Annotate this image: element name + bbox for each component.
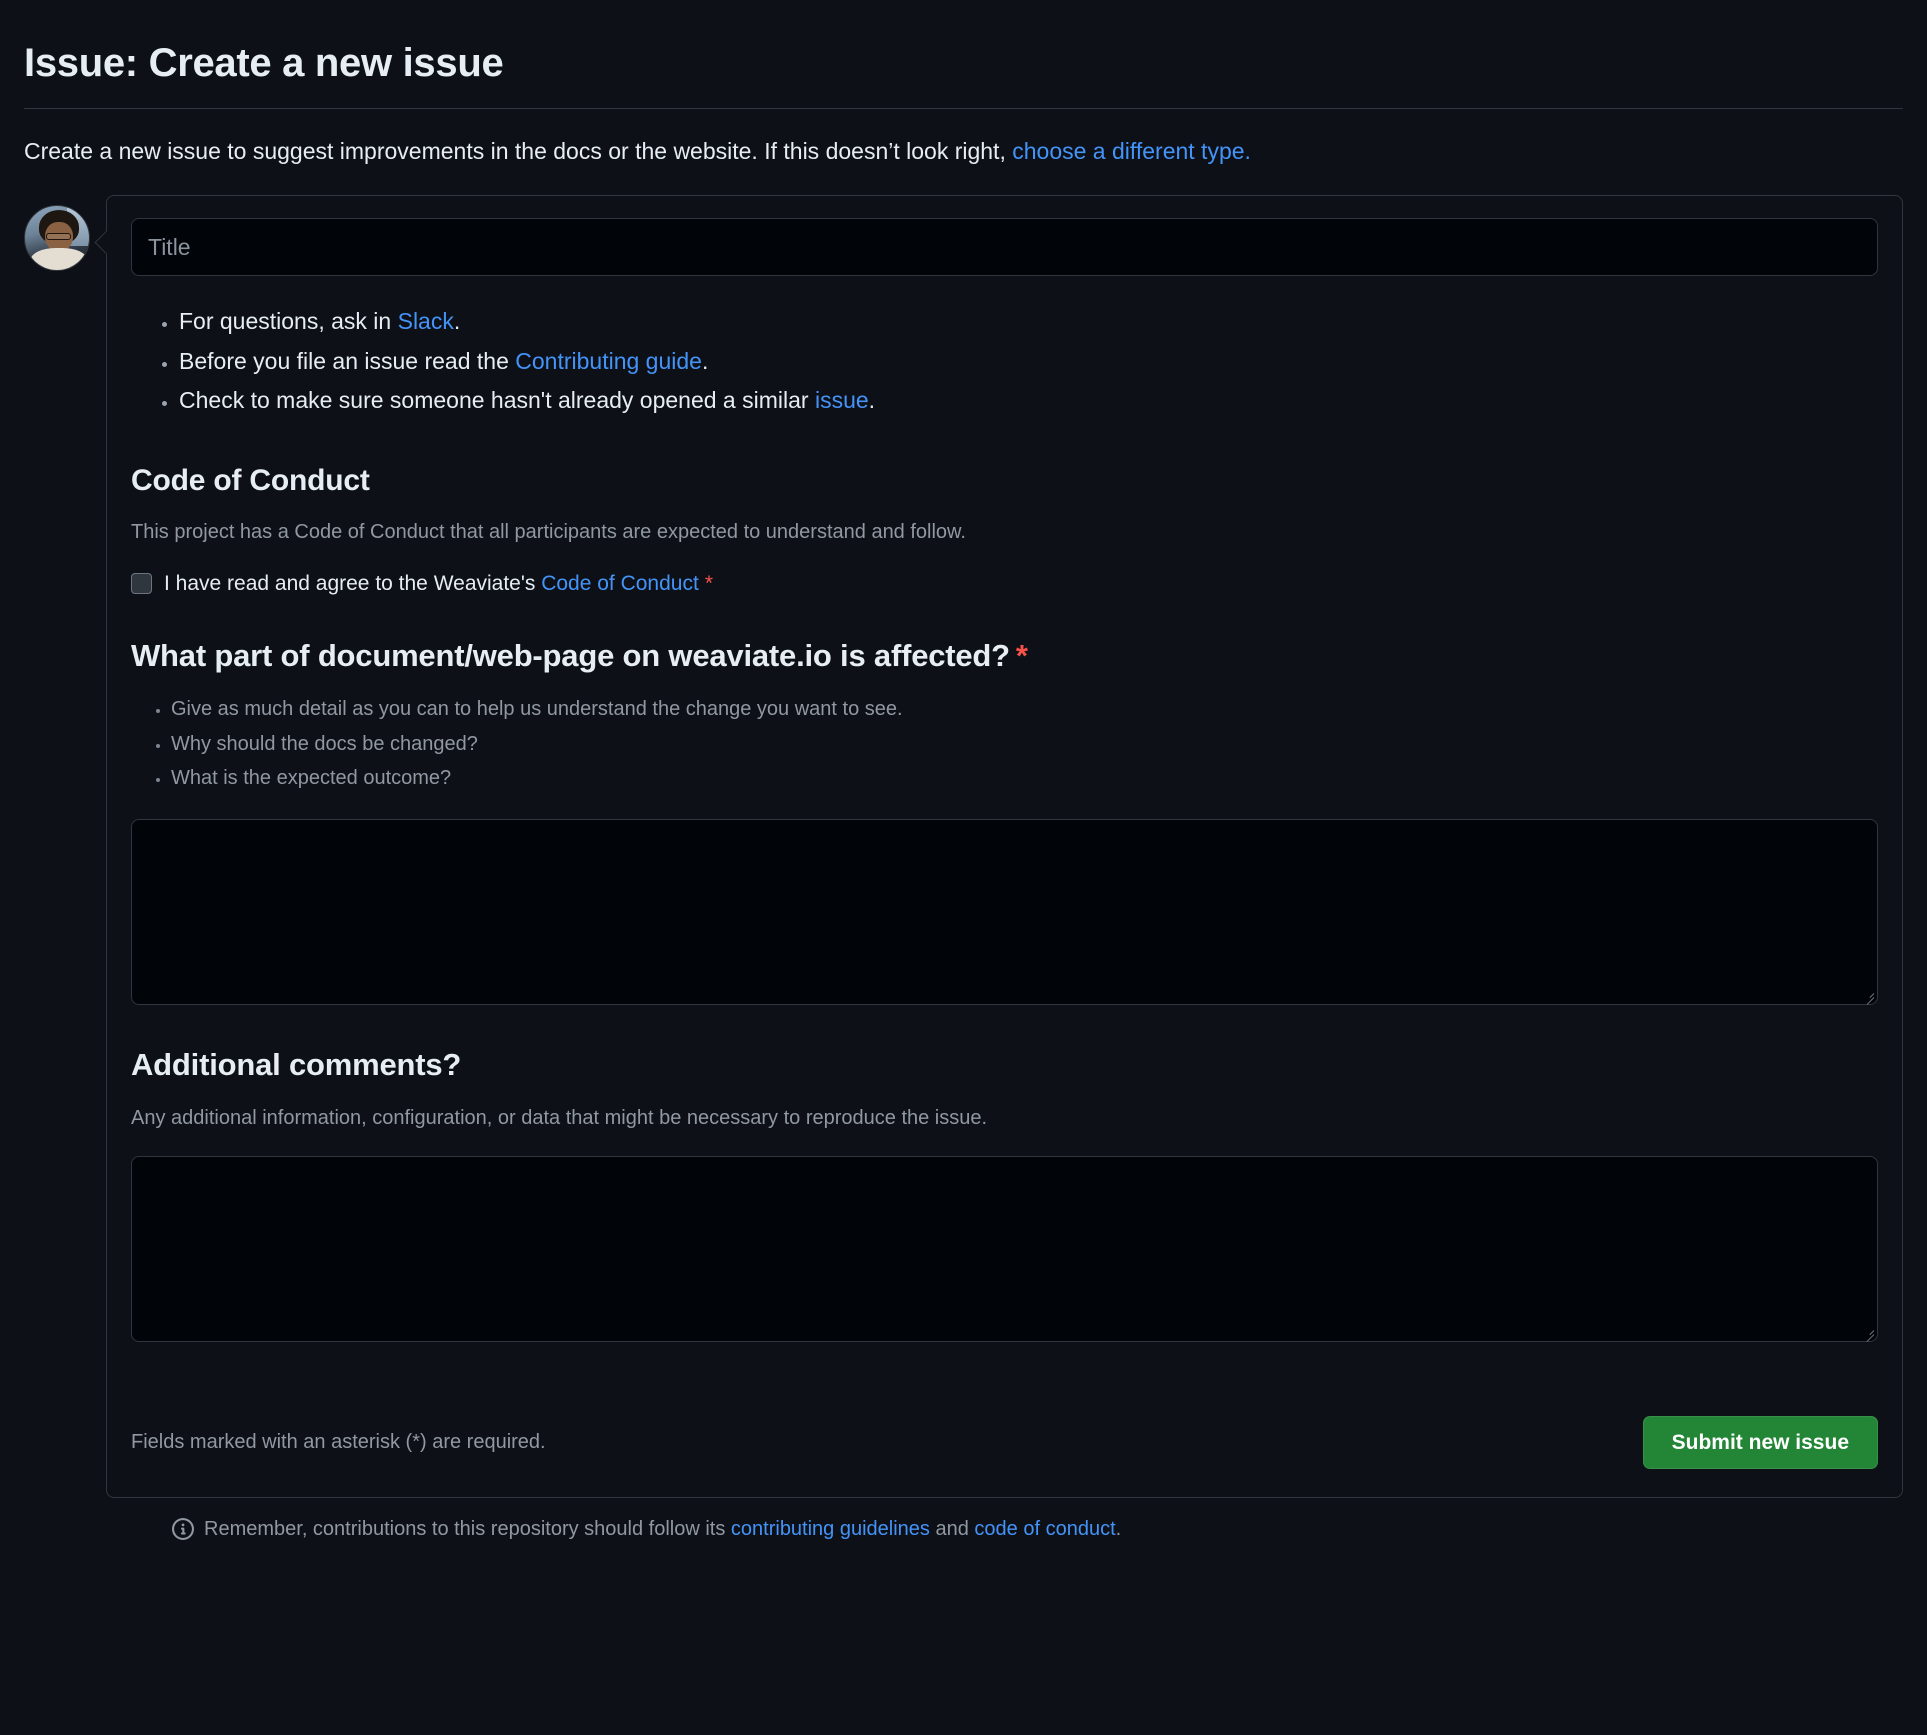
contributing-guidelines-link[interactable]: contributing guidelines	[731, 1518, 930, 1540]
submit-new-issue-button[interactable]: Submit new issue	[1642, 1415, 1878, 1469]
code-of-conduct-footer-link[interactable]: code of conduct	[974, 1518, 1115, 1540]
bullet-text-before: Check to make sure someone hasn't alread…	[179, 387, 815, 414]
code-of-conduct-description: This project has a Code of Conduct that …	[131, 520, 966, 543]
avatar-glasses	[46, 233, 71, 241]
repo-note-middle: and	[929, 1517, 975, 1540]
affected-part-textarea[interactable]	[131, 819, 1878, 1006]
checkbox-label: I have read and agree to the Weaviate's …	[164, 572, 713, 596]
affected-part-bullet-list: Give as much detail as you can to help u…	[131, 692, 1878, 795]
list-item: Give as much detail as you can to help u…	[171, 692, 1878, 726]
intro-bullet-list: For questions, ask in Slack. Before you …	[131, 302, 1878, 421]
issue-form-page: Issue: Create a new issue Create a new i…	[0, 0, 1927, 1735]
issue-title-input[interactable]	[131, 218, 1878, 277]
code-of-conduct-heading: Code of Conduct	[131, 463, 370, 497]
list-item: What is the expected outcome?	[171, 761, 1878, 795]
required-fields-note: Fields marked with an asterisk (*) are r…	[131, 1430, 546, 1453]
composer-row: For questions, ask in Slack. Before you …	[24, 195, 1903, 1498]
additional-comments-heading: Additional comments?	[131, 1047, 462, 1083]
bullet-text-before: Before you file an issue read the	[179, 347, 516, 374]
avatar-shirt	[31, 248, 87, 271]
form-body: For questions, ask in Slack. Before you …	[107, 276, 1902, 1342]
issue-form-card: For questions, ask in Slack. Before you …	[106, 195, 1903, 1498]
bullet-text-after: .	[453, 308, 461, 335]
affected-part-heading-text: What part of document/web-page on weavia…	[131, 637, 1010, 673]
code-of-conduct-link[interactable]: Code of Conduct	[541, 572, 699, 595]
affected-part-heading: What part of document/web-page on weavia…	[131, 636, 1878, 676]
code-of-conduct-checkbox-row[interactable]: I have read and agree to the Weaviate's …	[131, 572, 1878, 596]
info-icon	[172, 1518, 194, 1541]
slack-link[interactable]: Slack	[398, 308, 454, 334]
similar-issue-link[interactable]: issue	[815, 387, 869, 413]
bullet-text-after: .	[701, 347, 709, 374]
bullet-text-after: .	[868, 387, 876, 414]
form-footer: Fields marked with an asterisk (*) are r…	[107, 1386, 1902, 1497]
affected-part-textarea-wrapper	[131, 819, 1878, 1006]
code-of-conduct-checkbox[interactable]	[131, 573, 152, 595]
avatar	[24, 205, 90, 272]
required-asterisk: *	[1015, 637, 1028, 673]
additional-comments-description: Any additional information, configuratio…	[131, 1106, 988, 1129]
list-item: Why should the docs be changed?	[171, 727, 1878, 761]
required-asterisk: *	[704, 571, 713, 595]
repository-guidelines-note: Remember, contributions to this reposito…	[172, 1518, 1903, 1541]
repo-note-before: Remember, contributions to this reposito…	[204, 1517, 731, 1540]
page-description: Create a new issue to suggest improvemen…	[24, 135, 1903, 167]
choose-different-type-link[interactable]: choose a different type.	[1012, 138, 1251, 164]
repo-note-text: Remember, contributions to this reposito…	[204, 1518, 1121, 1541]
checkbox-label-text: I have read and agree to the Weaviate's	[164, 571, 542, 595]
list-item: For questions, ask in Slack.	[179, 302, 1878, 342]
repo-note-after: .	[1115, 1517, 1122, 1540]
additional-comments-textarea[interactable]	[131, 1155, 1878, 1342]
title-field-wrapper	[107, 196, 1902, 277]
bullet-text-before: For questions, ask in	[179, 308, 398, 335]
list-item: Before you file an issue read the Contri…	[179, 342, 1878, 382]
page-description-text: Create a new issue to suggest improvemen…	[24, 138, 1013, 164]
page-title: Issue: Create a new issue	[24, 41, 504, 85]
additional-comments-textarea-wrapper	[131, 1155, 1878, 1342]
title-divider	[24, 108, 1903, 109]
list-item: Check to make sure someone hasn't alread…	[179, 381, 1878, 421]
contributing-guide-link[interactable]: Contributing guide	[515, 348, 702, 374]
